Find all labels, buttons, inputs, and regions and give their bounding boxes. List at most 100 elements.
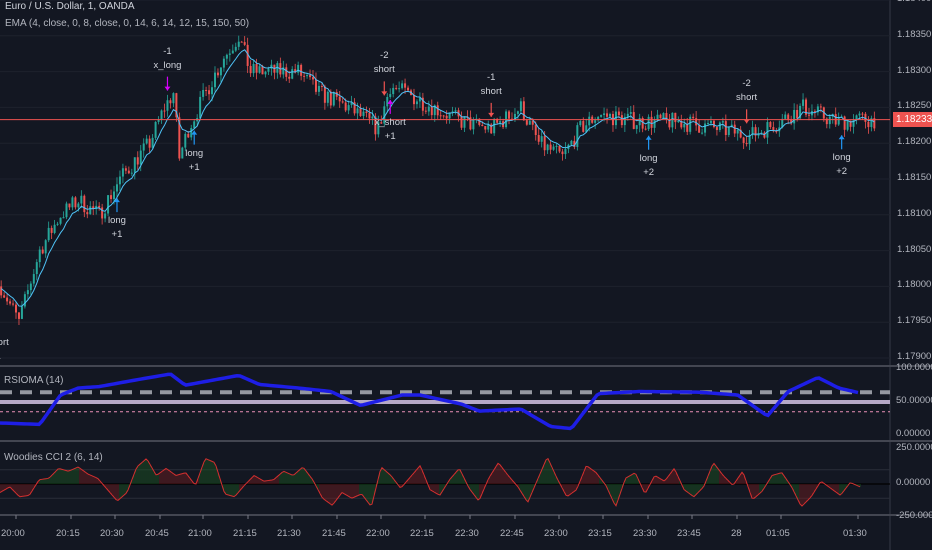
cci-line bbox=[0, 457, 861, 507]
candle-body bbox=[317, 85, 320, 92]
candle-body bbox=[683, 123, 686, 128]
candle-body bbox=[796, 109, 799, 119]
cci-axis-label: 250.00000 bbox=[896, 442, 932, 453]
candle-body bbox=[243, 42, 246, 45]
candle-body bbox=[306, 75, 309, 77]
candle-body bbox=[154, 121, 157, 138]
candle-body bbox=[258, 66, 261, 73]
candle-body bbox=[285, 67, 288, 77]
candle-body bbox=[436, 105, 439, 116]
candle-body bbox=[454, 110, 457, 112]
signal-top-text: -1 bbox=[163, 45, 172, 57]
price-axis-label: 1.18200 bbox=[897, 136, 932, 148]
signal-top-text: -2 bbox=[742, 78, 751, 90]
time-axis-label: 23:00 bbox=[544, 528, 568, 539]
signal-top-text: long bbox=[185, 147, 204, 159]
candle-body bbox=[216, 72, 219, 76]
candle-body bbox=[543, 136, 546, 151]
candle-body bbox=[113, 191, 116, 200]
candle-body bbox=[6, 297, 9, 302]
candle-body bbox=[576, 125, 579, 147]
candle-body bbox=[288, 76, 291, 79]
time-axis-label: 21:00 bbox=[188, 528, 212, 539]
price-axis-label: 1.18300 bbox=[897, 64, 932, 76]
candle-body bbox=[828, 116, 831, 125]
signal-label-short: -1 short bbox=[481, 71, 502, 99]
trading-chart[interactable] bbox=[0, 0, 932, 550]
candle-body bbox=[267, 68, 270, 72]
price-axis-label: 1.18150 bbox=[897, 172, 932, 183]
arrow-up-icon bbox=[645, 135, 652, 140]
candle-body bbox=[89, 206, 92, 215]
candle-body bbox=[59, 217, 62, 224]
candle-body bbox=[20, 306, 23, 319]
candle-body bbox=[659, 114, 662, 119]
candle-body bbox=[121, 168, 124, 177]
cci-axis-label: 0.00000 bbox=[896, 477, 931, 488]
candle-body bbox=[68, 203, 71, 208]
candle-body bbox=[787, 114, 790, 120]
time-axis-label: 20:15 bbox=[56, 528, 80, 539]
candle-body bbox=[395, 87, 398, 89]
candle-body bbox=[701, 132, 704, 134]
candle-body bbox=[228, 53, 231, 55]
candle-body bbox=[620, 115, 623, 126]
candle-body bbox=[442, 115, 445, 117]
arrow-up-icon bbox=[838, 135, 845, 140]
signal-bottom-text: +1 bbox=[188, 161, 200, 173]
woodies-cci-title[interactable]: Woodies CCI 2 (6, 14) bbox=[4, 452, 103, 463]
candle-body bbox=[44, 240, 47, 254]
candle-body bbox=[650, 116, 653, 128]
candle-body bbox=[407, 87, 410, 91]
candle-body bbox=[588, 116, 591, 126]
candle-body bbox=[439, 115, 442, 117]
candle-body bbox=[546, 144, 549, 151]
candle-body bbox=[837, 117, 840, 125]
candle-body bbox=[724, 121, 727, 135]
candle-body bbox=[211, 87, 214, 95]
candle-body bbox=[632, 112, 635, 129]
candle-body bbox=[368, 112, 371, 119]
price-axis-label: 1.18100 bbox=[897, 207, 932, 219]
candle-body bbox=[237, 41, 240, 47]
candle-body bbox=[807, 114, 810, 116]
candle-body bbox=[427, 106, 430, 112]
signal-bottom-text: short bbox=[373, 64, 395, 76]
candle-body bbox=[205, 89, 208, 91]
candle-body bbox=[32, 274, 35, 284]
candle-body bbox=[552, 146, 555, 150]
candle-body bbox=[249, 65, 252, 74]
candle-body bbox=[80, 195, 83, 204]
candle-body bbox=[338, 96, 341, 102]
candle-body bbox=[721, 121, 724, 123]
candle-body bbox=[600, 114, 603, 117]
ema-indicator-title[interactable]: EMA (4, close, 0, 8, close, 0, 14, 6, 14… bbox=[5, 18, 249, 29]
signal-bottom-text: short bbox=[480, 85, 502, 97]
candle-body bbox=[656, 114, 659, 120]
rsioma-title[interactable]: RSIOMA (14) bbox=[4, 375, 63, 386]
time-axis-label: 21:45 bbox=[322, 528, 346, 539]
candle-body bbox=[3, 295, 6, 298]
candle-body bbox=[219, 67, 222, 76]
candle-body bbox=[47, 227, 50, 241]
candle-body bbox=[15, 304, 17, 313]
candle-body bbox=[561, 151, 564, 155]
candle-body bbox=[127, 170, 130, 174]
signal-top-text: -2 bbox=[380, 50, 389, 62]
signal-bottom-text: +1 bbox=[111, 229, 123, 241]
candle-body bbox=[718, 122, 721, 131]
candle-body bbox=[163, 110, 166, 112]
candle-body bbox=[133, 157, 136, 173]
candle-body bbox=[802, 99, 805, 106]
candle-body bbox=[323, 86, 326, 103]
candle-body bbox=[300, 64, 303, 76]
candle-body bbox=[463, 116, 466, 128]
signal-label-long: long +1 bbox=[108, 214, 126, 242]
candle-body bbox=[742, 137, 745, 143]
candle-body bbox=[312, 77, 314, 80]
time-axis-label: 22:15 bbox=[410, 528, 434, 539]
candle-body bbox=[727, 127, 730, 135]
candle-body bbox=[71, 197, 74, 208]
candle-body bbox=[320, 85, 323, 87]
candle-body bbox=[635, 125, 638, 129]
